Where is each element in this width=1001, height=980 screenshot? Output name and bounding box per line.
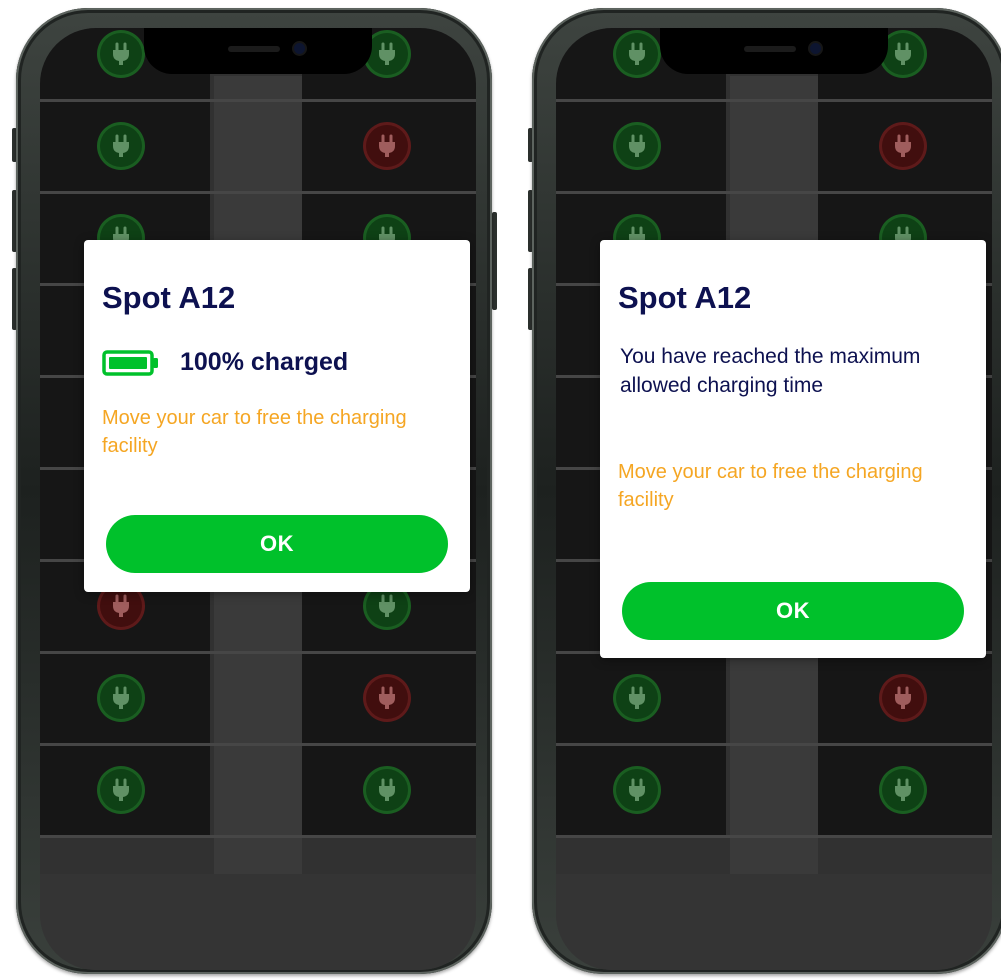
speaker [744, 46, 796, 52]
move-car-warning: Move your car to free the charging facil… [102, 407, 407, 457]
phone-right: Spot A12 You have reached the maximum al… [528, 0, 1001, 980]
power-button [492, 212, 497, 310]
ok-button[interactable]: OK [622, 582, 964, 640]
max-time-dialog: Spot A12 You have reached the maximum al… [600, 240, 986, 658]
charge-status-text: 100% charged [180, 348, 349, 376]
charge-status: 100% charged [102, 348, 348, 377]
phone-screen: Spot A12 100% charged Move your car to f… [40, 28, 476, 970]
charging-complete-dialog: Spot A12 100% charged Move your car to f… [84, 240, 470, 592]
front-camera [810, 43, 821, 54]
front-camera [294, 43, 305, 54]
speaker [228, 46, 280, 52]
notch [660, 28, 888, 74]
move-car-warning: Move your car to free the charging facil… [618, 461, 923, 511]
phone-screen: Spot A12 You have reached the maximum al… [556, 28, 992, 970]
phone-frame: Spot A12 100% charged Move your car to f… [16, 8, 492, 974]
dialog-title: Spot A12 [102, 280, 236, 315]
dialog-title: Spot A12 [618, 280, 752, 315]
notch [144, 28, 372, 74]
max-time-message: You have reached the maximum allowed cha… [620, 345, 921, 397]
battery-full-icon [102, 349, 158, 376]
phone-left: Spot A12 100% charged Move your car to f… [12, 0, 497, 980]
phone-frame: Spot A12 You have reached the maximum al… [532, 8, 1001, 974]
ok-button[interactable]: OK [106, 515, 448, 573]
